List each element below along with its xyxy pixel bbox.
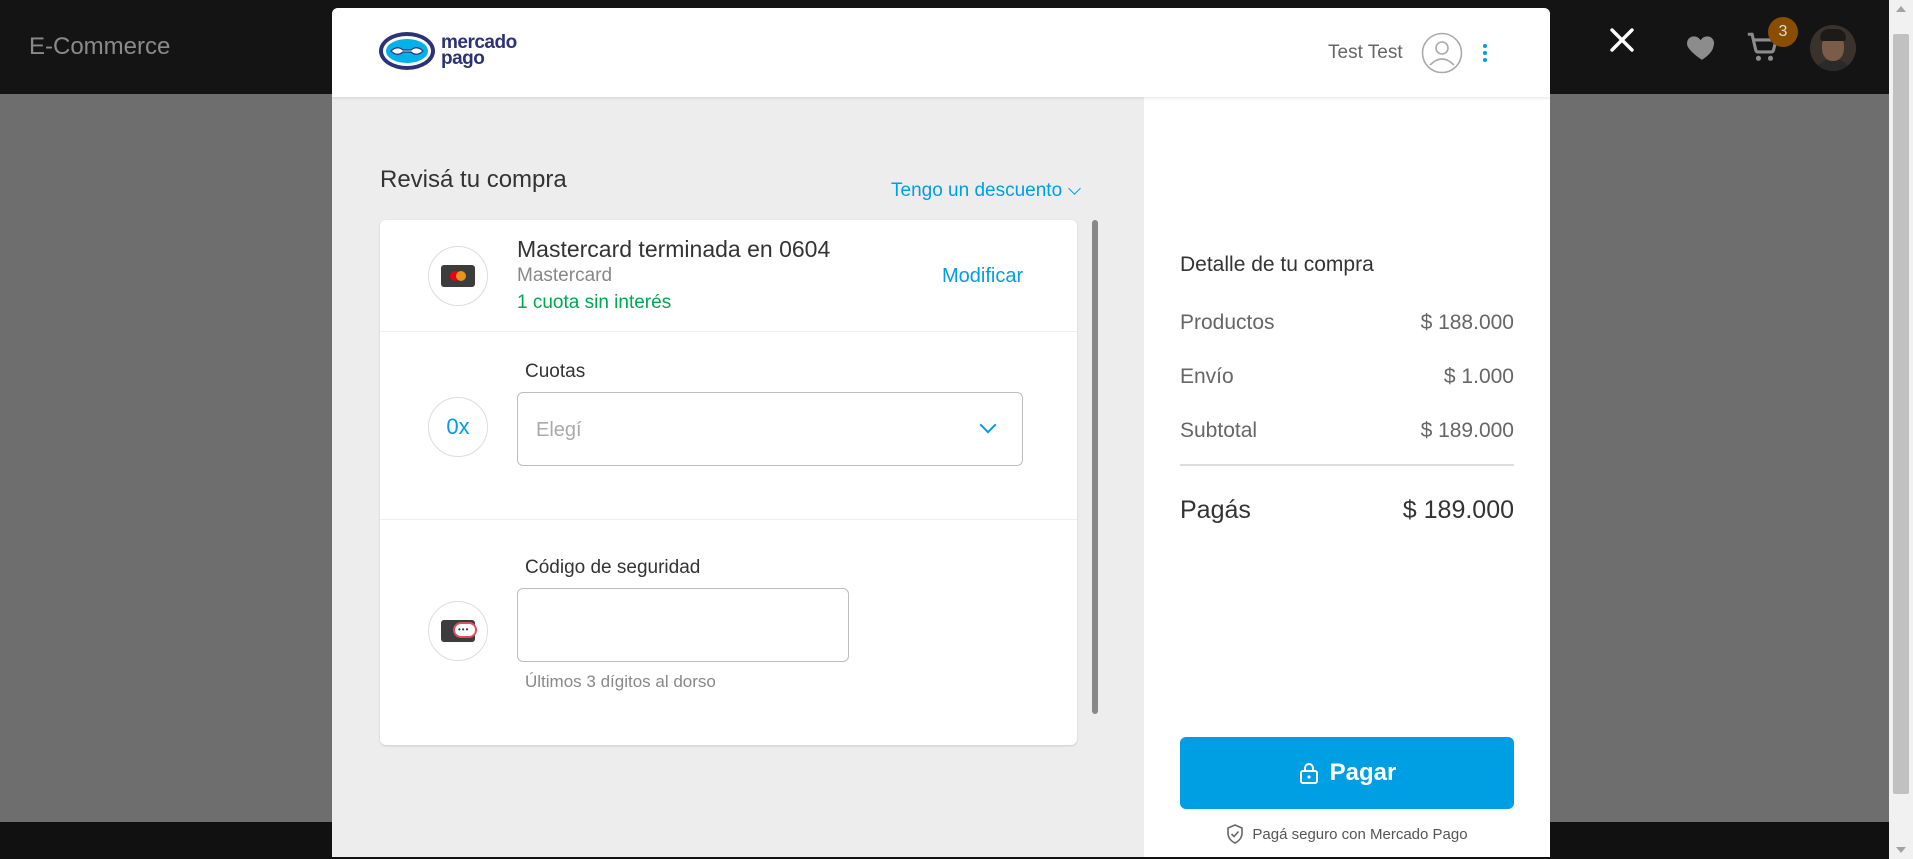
lock-icon (1299, 763, 1318, 784)
summary-total: Pagás $ 189.000 (1180, 496, 1514, 525)
cvv-icon-circle: ••• (428, 601, 488, 661)
order-summary: Detalle de tu compra Productos $ 188.000… (1144, 97, 1550, 857)
summary-row-products: Productos $ 188.000 (1180, 311, 1514, 335)
card-brand: Mastercard (517, 265, 613, 286)
security-code-input[interactable] (517, 588, 849, 662)
more-options-icon[interactable] (1482, 44, 1488, 64)
page-scrollbar[interactable] (1889, 0, 1913, 859)
total-label: Pagás (1180, 496, 1251, 524)
security-code-row: ••• Código de seguridad Últimos 3 dígito… (380, 520, 1077, 745)
summary-row-label: Subtotal (1180, 419, 1258, 442)
summary-row-subtotal: Subtotal $ 189.000 (1180, 419, 1514, 443)
user-icon[interactable] (1421, 32, 1463, 74)
card-installments: 1 cuota sin interés (517, 292, 672, 313)
user-name: Test Test (1328, 42, 1403, 63)
card-row: Mastercard terminada en 0604 Mastercard … (380, 220, 1077, 332)
installments-label: Cuotas (525, 361, 586, 382)
chevron-down-icon (979, 416, 997, 434)
panel-scrollbar[interactable] (1092, 220, 1098, 714)
close-icon[interactable] (1604, 22, 1640, 58)
checkout-header: mercado pago Test Test (332, 8, 1550, 97)
modify-card-link[interactable]: Modificar (942, 265, 1023, 288)
discount-link-label: Tengo un descuento (891, 180, 1063, 201)
heart-icon[interactable] (1685, 30, 1719, 64)
discount-link[interactable]: Tengo un descuento (891, 180, 1082, 202)
avatar[interactable] (1810, 25, 1856, 71)
payment-panel: Mastercard terminada en 0604 Mastercard … (380, 220, 1077, 745)
summary-title: Detalle de tu compra (1180, 253, 1374, 276)
installments-row: 0x Cuotas Elegí (380, 332, 1077, 520)
summary-row-label: Productos (1180, 311, 1275, 334)
summary-row-value: $ 1.000 (1443, 365, 1514, 388)
mercado-pago-logo: mercado pago (379, 32, 517, 70)
summary-row-label: Envío (1180, 365, 1234, 388)
pay-button[interactable]: Pagar (1180, 737, 1514, 809)
summary-row-value: $ 188.000 (1420, 311, 1514, 334)
summary-divider (1180, 464, 1514, 466)
installments-select[interactable]: Elegí (517, 392, 1023, 466)
checkout-modal: mercado pago Test Test Revisá tu compra … (332, 8, 1550, 857)
chevron-down-icon (1068, 182, 1082, 195)
secure-note-text: Pagá seguro con Mercado Pago (1252, 825, 1468, 843)
logo-text-pago: pago (441, 48, 485, 69)
pay-button-label: Pagar (1329, 759, 1397, 786)
cart-count-badge: 3 (1768, 17, 1798, 47)
summary-row-value: $ 189.000 (1420, 419, 1514, 442)
mastercard-icon (441, 265, 475, 287)
card-title: Mastercard terminada en 0604 (517, 236, 831, 262)
shield-check-icon (1227, 824, 1244, 844)
secure-payment-note: Pagá seguro con Mercado Pago (1180, 824, 1514, 844)
app-brand[interactable]: E-Commerce (29, 33, 170, 61)
installments-badge: 0x (428, 397, 488, 457)
review-title: Revisá tu compra (380, 166, 567, 193)
total-value: $ 189.000 (1402, 496, 1514, 524)
card-icon-circle (428, 246, 488, 306)
summary-row-shipping: Envío $ 1.000 (1180, 365, 1514, 389)
card-security-code-icon: ••• (441, 620, 477, 642)
security-code-label: Código de seguridad (525, 557, 701, 578)
installments-placeholder: Elegí (536, 419, 582, 441)
security-code-hint: Últimos 3 dígitos al dorso (525, 672, 716, 691)
